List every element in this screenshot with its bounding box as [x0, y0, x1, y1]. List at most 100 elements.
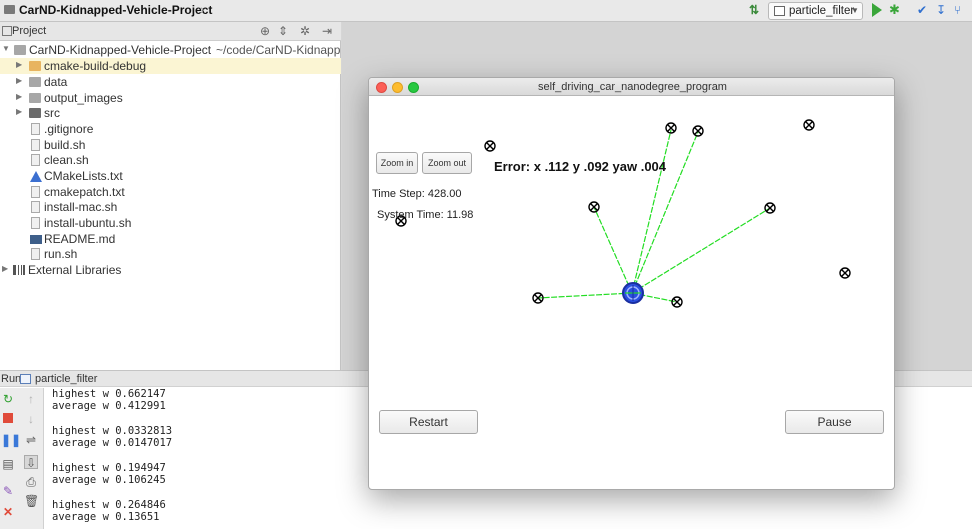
console-line: average w 0.13651	[52, 511, 160, 523]
project-panel: Project ⊕ ⇕ ✲ ⇥ ▼ CarND-Kidnapped-Vehicl…	[0, 22, 341, 370]
vcs-branch-icon[interactable]: ⑂	[954, 3, 961, 17]
console-line: average w 0.412991	[52, 400, 166, 412]
pin-icon[interactable]: ✎	[1, 484, 15, 498]
chevron-down-icon: ▼	[851, 6, 859, 15]
tree-item-cmake-build-debug[interactable]: ▶ cmake-build-debug	[0, 58, 341, 74]
tree-item-label: install-ubuntu.sh	[44, 216, 132, 230]
tree-item-external-libraries[interactable]: ▶ External Libraries	[0, 262, 341, 278]
console-line: highest w 0.0332813	[52, 425, 173, 437]
trash-icon[interactable]: 🗑	[24, 494, 39, 508]
print-icon[interactable]: ⎙	[24, 475, 38, 489]
expand-arrow-icon[interactable]: ▶	[16, 92, 22, 101]
folder-icon	[14, 45, 26, 55]
expand-arrow-icon[interactable]: ▶	[2, 264, 8, 273]
expand-arrow-icon[interactable]: ▶	[16, 60, 22, 69]
tree-item-label: cmake-build-debug	[44, 59, 147, 73]
tree-item-output-images[interactable]: ▶ output_images	[0, 90, 341, 106]
run-configuration-label: particle_filter	[789, 5, 855, 17]
console-line: average w 0.0147017	[52, 437, 173, 449]
tree-item-label: .gitignore	[44, 122, 94, 136]
collapse-icon[interactable]: ⇕	[278, 24, 288, 38]
landmark-marker	[484, 140, 496, 152]
file-icon	[31, 123, 40, 135]
tree-item-label: build.sh	[44, 138, 86, 152]
expand-arrow-icon[interactable]: ▶	[16, 107, 22, 116]
tree-item-run-sh[interactable]: run.sh	[0, 246, 341, 262]
layout-icon[interactable]: ▤	[1, 457, 15, 471]
simulator-canvas: Zoom in Zoom out Error: x .112 y .092 ya…	[369, 97, 894, 489]
file-icon	[31, 186, 40, 198]
simulator-titlebar[interactable]: self_driving_car_nanodegree_program	[369, 78, 894, 96]
pause-icon[interactable]: ❚❚	[1, 433, 21, 447]
project-panel-header: Project ⊕ ⇕ ✲ ⇥	[0, 22, 341, 41]
tree-item-data[interactable]: ▶ data	[0, 74, 341, 90]
scroll-to-end-icon[interactable]: ⇩	[24, 455, 38, 470]
hide-icon[interactable]: ⇥	[322, 24, 332, 38]
restart-button[interactable]: Restart	[379, 410, 478, 434]
zoom-in-button[interactable]: Zoom in	[376, 152, 418, 174]
tree-item-build-sh[interactable]: build.sh	[0, 137, 341, 153]
debug-icon[interactable]: ✱	[889, 2, 900, 18]
file-icon	[31, 217, 40, 229]
close-icon[interactable]: ✕	[1, 505, 15, 519]
file-icon	[31, 201, 40, 213]
stop-icon[interactable]	[1, 412, 15, 426]
tree-item-cmakelists[interactable]: CMakeLists.txt	[0, 168, 341, 184]
tree-item-clean-sh[interactable]: clean.sh	[0, 152, 341, 168]
expand-arrow-icon[interactable]: ▼	[2, 44, 10, 53]
tree-item-src[interactable]: ▶ src	[0, 105, 341, 121]
tree-item-readme[interactable]: README.md	[0, 231, 341, 247]
simulator-title: self_driving_car_nanodegree_program	[538, 81, 727, 93]
console-line: average w 0.106245	[52, 474, 166, 486]
wrap-icon[interactable]: ⇌	[24, 433, 38, 447]
up-arrow-icon[interactable]: ↑	[24, 392, 38, 406]
simulator-window: self_driving_car_nanodegree_program Zoom…	[368, 77, 895, 490]
zoom-out-button[interactable]: Zoom out	[422, 152, 472, 174]
tree-item-label: CMakeLists.txt	[44, 169, 123, 183]
tree-root[interactable]: ▼ CarND-Kidnapped-Vehicle-Project ~/code…	[0, 42, 341, 58]
run-configuration-select[interactable]: particle_filter ▼	[768, 2, 863, 20]
tree-item-label: clean.sh	[44, 153, 89, 167]
landmark-marker	[692, 125, 704, 137]
tree-item-cmakepatch[interactable]: cmakepatch.txt	[0, 184, 341, 200]
library-icon	[13, 265, 25, 275]
markdown-icon	[30, 235, 42, 244]
tree-item-install-mac[interactable]: install-mac.sh	[0, 199, 341, 215]
config-icon	[20, 374, 31, 384]
run-panel-title: Run	[1, 373, 22, 385]
tree-item-label: External Libraries	[28, 263, 122, 277]
tree-item-install-ubuntu[interactable]: install-ubuntu.sh	[0, 215, 341, 231]
run-tab-name[interactable]: particle_filter	[35, 373, 97, 385]
vcs-push-icon[interactable]: ✔	[917, 3, 927, 17]
folder-icon	[29, 61, 41, 71]
project-panel-title[interactable]: Project	[12, 25, 46, 37]
tree-item-label: src	[44, 106, 60, 120]
landmark-marker	[671, 296, 683, 308]
landmark-marker	[803, 119, 815, 131]
landmark-marker	[764, 202, 776, 214]
gear-icon[interactable]: ✲	[300, 24, 310, 38]
observation-line	[593, 206, 633, 294]
tree-root-label: CarND-Kidnapped-Vehicle-Project	[29, 43, 212, 57]
folder-icon	[29, 77, 41, 87]
time-step-readout: Time Step: 428.00	[372, 188, 462, 200]
landmark-marker	[839, 267, 851, 279]
tree-item-gitignore[interactable]: .gitignore	[0, 121, 341, 137]
vehicle-marker	[622, 282, 644, 304]
tree-item-label: run.sh	[44, 247, 78, 261]
system-time-readout: System Time: 11.98	[377, 209, 474, 221]
folder-icon	[4, 5, 15, 14]
target-icon[interactable]: ⊕	[260, 24, 270, 38]
rerun-icon[interactable]: ↻	[1, 392, 15, 406]
tree-item-label: README.md	[44, 232, 116, 246]
folder-icon	[29, 93, 41, 103]
expand-arrow-icon[interactable]: ▶	[16, 76, 22, 85]
run-toolbar: ↻ ↑ ↓ ❚❚ ⇌ ▤ ⇩ ⎙ ✎ 🗑 ✕	[0, 388, 44, 529]
pause-button[interactable]: Pause	[785, 410, 884, 434]
vcs-update-icon[interactable]: ⇅	[749, 3, 759, 17]
landmark-marker	[588, 201, 600, 213]
vcs-commit-icon[interactable]: ↧	[936, 3, 946, 17]
run-button[interactable]	[872, 3, 882, 17]
down-arrow-icon[interactable]: ↓	[24, 412, 38, 426]
breadcrumb-project[interactable]: CarND-Kidnapped-Vehicle-Project	[19, 3, 212, 17]
